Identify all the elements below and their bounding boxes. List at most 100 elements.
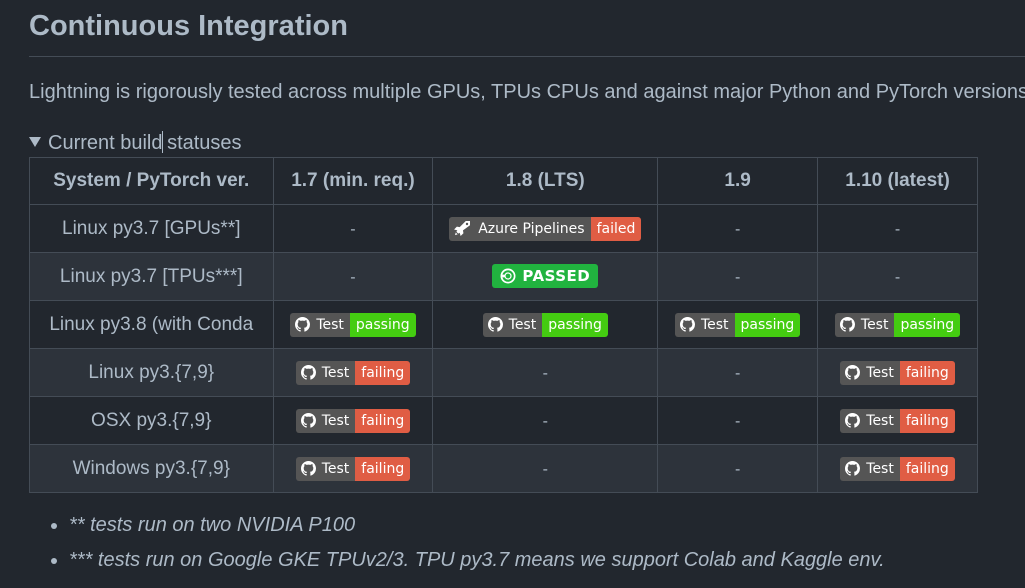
github-actions-badge[interactable]: Test failing	[295, 408, 411, 433]
github-icon	[295, 317, 311, 332]
empty-marker: -	[734, 412, 741, 430]
footnote-item: *** tests run on Google GKE TPUv2/3. TPU…	[69, 547, 885, 573]
status-cell: Test passing	[657, 300, 819, 349]
status-cell: Test failing	[272, 348, 434, 397]
badge-label: Test	[290, 312, 350, 337]
empty-marker: -	[350, 220, 356, 238]
github-icon	[845, 413, 861, 428]
github-actions-badge[interactable]: Test failing	[840, 408, 955, 433]
empty-marker: -	[734, 364, 741, 382]
empty-marker: -	[542, 412, 548, 430]
status-cell: Test passing	[432, 300, 659, 349]
column-header: 1.9	[657, 157, 819, 205]
circleci-icon	[500, 268, 516, 283]
status-cell: -	[817, 204, 978, 253]
table-row: Linux py3.7 [GPUs**] - Azure Pipelines fail…	[29, 204, 978, 253]
column-header: 1.10 (latest)	[817, 157, 978, 205]
table-row: Linux py3.{7,9} Test failing - - Test failing	[29, 348, 978, 397]
table-row: Windows py3.{7,9} Test failing - - Test failin…	[29, 444, 978, 493]
badge-status: passing	[542, 312, 608, 337]
github-actions-badge[interactable]: Test failing	[295, 456, 411, 481]
github-icon	[845, 365, 861, 380]
badge-status: failing	[355, 456, 411, 481]
column-header: 1.8 (LTS)	[432, 157, 659, 205]
badge-label: Test	[840, 360, 900, 385]
empty-marker: -	[734, 220, 741, 238]
azure-pipelines-badge[interactable]: Azure Pipelines failed	[449, 216, 642, 241]
system-cell: Windows py3.{7,9}	[29, 444, 274, 493]
badge-status: passing	[349, 312, 416, 337]
status-cell: -	[272, 252, 434, 301]
column-header: System / PyTorch ver.	[29, 157, 274, 205]
badge-status: failing	[355, 408, 411, 433]
status-cell: Test failing	[817, 444, 978, 493]
status-cell: Test passing	[272, 300, 434, 349]
badge-label: Test	[840, 456, 900, 481]
github-actions-badge[interactable]: Test failing	[840, 456, 955, 481]
disclosure-triangle-icon	[29, 137, 41, 147]
badge-status: failing	[355, 360, 411, 385]
status-cell: -	[817, 252, 978, 301]
github-actions-badge[interactable]: Test passing	[290, 312, 416, 337]
badge-label: Test	[840, 408, 900, 433]
github-actions-badge[interactable]: Test failing	[295, 360, 411, 385]
status-cell: -	[657, 252, 819, 301]
status-cell: -	[432, 396, 659, 445]
badge-status: passing	[894, 312, 961, 337]
badge-status: failing	[899, 360, 955, 385]
section-heading: Continuous Integration	[29, 10, 348, 42]
details-summary-toggle[interactable]: Current build statuses	[29, 131, 242, 155]
system-cell: Linux py3.8 (with Conda	[29, 300, 274, 349]
github-icon	[300, 365, 316, 380]
status-cell: Test passing	[817, 300, 978, 349]
status-cell: Test failing	[817, 348, 978, 397]
github-actions-badge[interactable]: Test passing	[834, 312, 961, 337]
status-cell: Azure Pipelines failed	[432, 204, 659, 253]
status-cell: Test failing	[817, 396, 978, 445]
status-cell: -	[657, 396, 819, 445]
footnote-item: ** tests run on two NVIDIA P100	[69, 512, 885, 538]
badge-label: Test	[834, 312, 895, 337]
status-cell: -	[657, 204, 819, 253]
empty-marker: -	[542, 364, 548, 382]
table-row: Linux py3.8 (with Conda Test passing Test pa…	[29, 300, 978, 349]
empty-marker: -	[894, 220, 901, 238]
github-actions-badge[interactable]: Test passing	[674, 312, 801, 337]
badge-label: Azure Pipelines	[449, 216, 591, 241]
badge-label: Test	[674, 312, 735, 337]
system-cell: Linux py3.7 [GPUs**]	[29, 204, 274, 253]
footnotes-list: ** tests run on two NVIDIA P100 *** test…	[29, 512, 885, 582]
badge-status: passing	[734, 312, 801, 337]
column-header: 1.7 (min. req.)	[272, 157, 434, 205]
system-cell: OSX py3.{7,9}	[29, 396, 274, 445]
empty-marker: -	[542, 460, 548, 478]
github-actions-badge[interactable]: Test failing	[840, 360, 955, 385]
badge-status: failing	[899, 456, 955, 481]
empty-marker: -	[734, 460, 741, 478]
github-icon	[300, 461, 316, 476]
github-actions-badge[interactable]: Test passing	[482, 312, 608, 337]
badge-status: PASSED	[522, 266, 591, 285]
github-icon	[845, 461, 861, 476]
badge-label: Test	[295, 408, 356, 433]
system-cell: Linux py3.{7,9}	[29, 348, 274, 397]
empty-marker: -	[734, 268, 741, 286]
badge-label: Test	[295, 456, 356, 481]
github-icon	[839, 317, 855, 332]
status-cell: -	[657, 348, 819, 397]
badge-label: Test	[482, 312, 543, 337]
circleci-badge[interactable]: PASSED	[492, 263, 599, 288]
status-cell: -	[432, 348, 659, 397]
azure-pipelines-icon	[454, 221, 471, 236]
status-cell: -	[272, 204, 434, 253]
github-icon	[679, 317, 695, 332]
table-row: OSX py3.{7,9} Test failing - - Test failing	[29, 396, 978, 445]
status-cell: -	[657, 444, 819, 493]
table-row: Linux py3.7 [TPUs***] - PASSED - -	[29, 252, 978, 301]
status-cell: Test failing	[272, 396, 434, 445]
status-cell: PASSED	[432, 252, 659, 301]
badge-status: failing	[899, 408, 955, 433]
status-cell: -	[432, 444, 659, 493]
github-icon	[300, 413, 316, 428]
heading-divider	[29, 56, 1025, 57]
